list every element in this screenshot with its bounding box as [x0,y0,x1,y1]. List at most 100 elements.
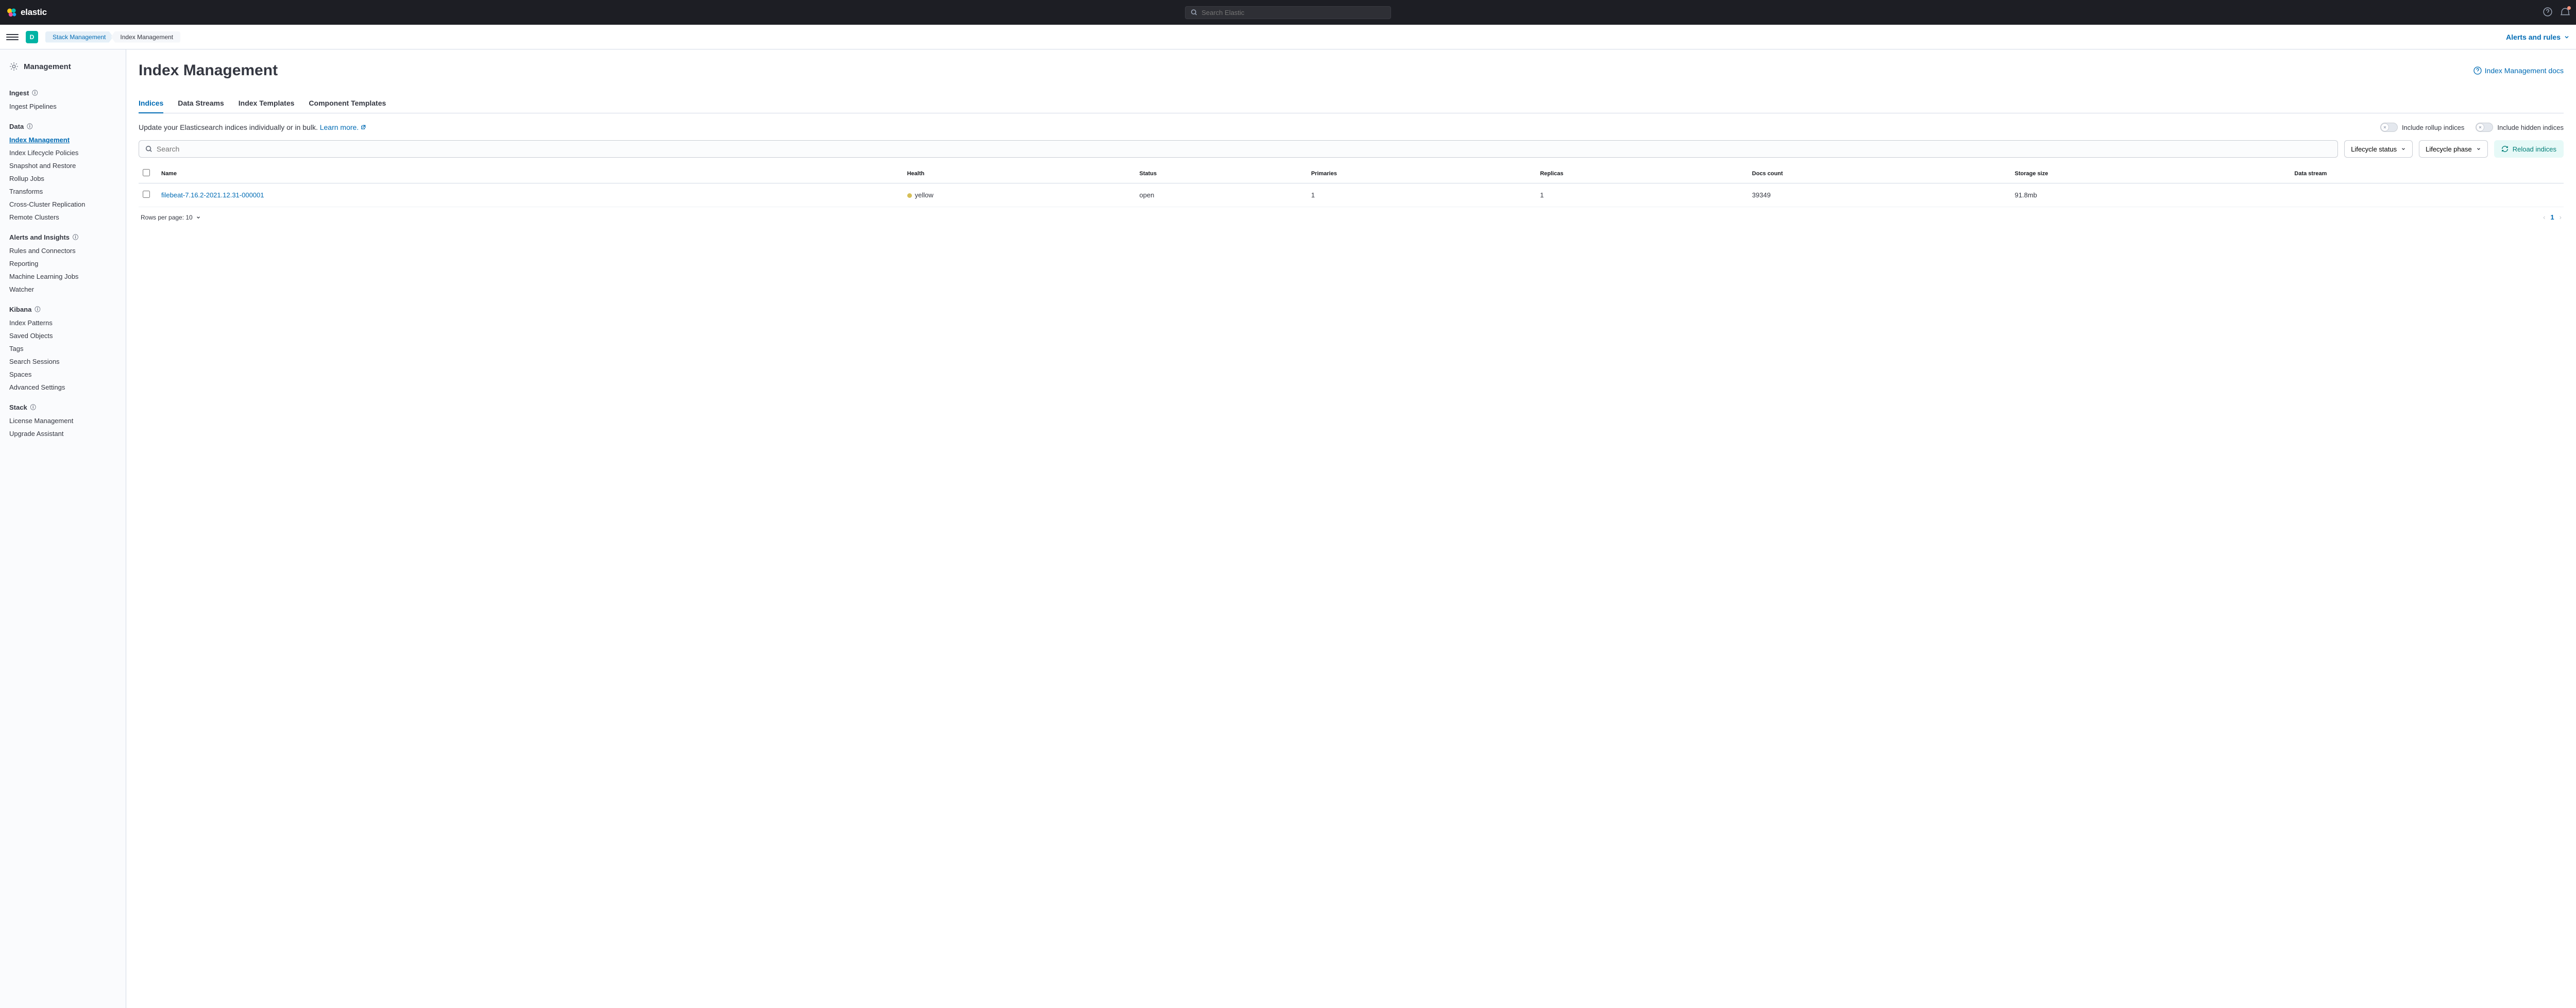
breadcrumb-current: Index Management [111,31,180,43]
column-header[interactable]: Replicas [1536,164,1748,183]
lifecycle-status-label: Lifecycle status [2351,145,2397,153]
cell-health: yellow [903,183,1136,207]
nav-section-title: Kibana ⓘ [0,300,126,316]
sidebar-item[interactable]: Index Patterns [0,316,126,329]
page-next-button[interactable]: › [2560,213,2562,221]
page-current[interactable]: 1 [2550,213,2554,221]
sidebar-item[interactable]: Rules and Connectors [0,244,126,257]
brand-logo[interactable]: elastic [6,7,47,18]
rows-per-page-selector[interactable]: Rows per page: 10 [141,214,201,221]
switch-off-icon [2476,123,2493,132]
sidebar-item[interactable]: Index Lifecycle Policies [0,146,126,159]
reload-indices-button[interactable]: Reload indices [2494,140,2564,158]
sidebar-item[interactable]: Search Sessions [0,355,126,368]
toggle-hidden[interactable]: Include hidden indices [2476,123,2564,132]
info-icon[interactable]: ⓘ [30,403,36,411]
cell-data-stream [2290,183,2564,207]
global-search-input[interactable] [1201,9,1385,16]
lifecycle-phase-dropdown[interactable]: Lifecycle phase [2419,140,2488,158]
sidebar-item[interactable]: Cross-Cluster Replication [0,198,126,211]
external-link-icon [361,125,366,130]
column-header[interactable]: Primaries [1307,164,1536,183]
page-prev-button[interactable]: ‹ [2543,213,2545,221]
chevron-down-icon [2564,34,2570,40]
lifecycle-status-dropdown[interactable]: Lifecycle status [2344,140,2413,158]
page-title: Index Management [139,62,278,79]
alerts-rules-button[interactable]: Alerts and rules [2506,33,2570,41]
cell-primaries: 1 [1307,183,1536,207]
docs-link-label: Index Management docs [2485,66,2564,75]
tab[interactable]: Component Templates [309,94,386,113]
nav-toggle-button[interactable] [6,31,19,43]
chevron-down-icon [2476,146,2481,152]
row-checkbox[interactable] [143,191,150,198]
chevron-down-icon [2401,146,2406,152]
toggle-rollup-label: Include rollup indices [2402,124,2464,131]
column-header[interactable]: Status [1135,164,1307,183]
sidebar-item[interactable]: Snapshot and Restore [0,159,126,172]
toggle-rollup[interactable]: Include rollup indices [2380,123,2464,132]
nav-section-title: Stack ⓘ [0,398,126,414]
column-header[interactable]: Name [157,164,903,183]
search-icon [1191,9,1197,16]
global-search[interactable] [1185,6,1391,19]
sub-header: D Stack Management Index Management Aler… [0,25,2576,49]
breadcrumb-root[interactable]: Stack Management [45,31,113,43]
sidebar-item[interactable]: Index Management [0,133,126,146]
column-header[interactable]: Health [903,164,1136,183]
space-avatar[interactable]: D [26,31,38,43]
sidebar-item[interactable]: Ingest Pipelines [0,100,126,113]
breadcrumb: Stack Management Index Management [45,31,178,43]
docs-link[interactable]: Index Management docs [2473,66,2564,75]
nav-section-title: Ingest ⓘ [0,83,126,100]
refresh-icon [2501,145,2509,153]
help-text: Update your Elasticsearch indices indivi… [139,123,366,131]
search-icon [145,145,152,153]
info-icon[interactable]: ⓘ [73,233,78,241]
management-sidebar: Management Ingest ⓘIngest PipelinesData … [0,49,126,1008]
help-icon[interactable] [2543,7,2552,18]
column-header[interactable]: Data stream [2290,164,2564,183]
cell-replicas: 1 [1536,183,1748,207]
sidebar-item[interactable]: Upgrade Assistant [0,427,126,440]
sidebar-item[interactable]: Remote Clusters [0,211,126,224]
select-all-checkbox[interactable] [143,169,150,176]
column-header[interactable]: Storage size [2011,164,2291,183]
sidebar-item[interactable]: Watcher [0,283,126,296]
toggle-hidden-label: Include hidden indices [2497,124,2564,131]
tab[interactable]: Index Templates [239,94,295,113]
help-circle-icon [2473,66,2482,75]
sidebar-item[interactable]: Transforms [0,185,126,198]
sidebar-item[interactable]: Reporting [0,257,126,270]
cell-storage-size: 91.8mb [2011,183,2291,207]
tab[interactable]: Data Streams [178,94,224,113]
learn-more-link[interactable]: Learn more. [320,123,366,131]
global-header: elastic [0,0,2576,25]
sidebar-item[interactable]: Tags [0,342,126,355]
table-row: filebeat-7.16.2-2021.12.31-000001yellowo… [139,183,2564,207]
brand-name: elastic [21,7,47,18]
column-header[interactable]: Docs count [1748,164,2011,183]
switch-off-icon [2380,123,2398,132]
table-search[interactable] [139,140,2338,158]
index-name-link[interactable]: filebeat-7.16.2-2021.12.31-000001 [161,191,264,199]
sidebar-item[interactable]: Rollup Jobs [0,172,126,185]
sidebar-item[interactable]: License Management [0,414,126,427]
gear-icon [9,62,19,71]
sidebar-item[interactable]: Saved Objects [0,329,126,342]
sidebar-item[interactable]: Machine Learning Jobs [0,270,126,283]
info-icon[interactable]: ⓘ [27,122,32,130]
cell-docs-count: 39349 [1748,183,2011,207]
news-icon[interactable] [2561,7,2570,18]
table-search-input[interactable] [157,145,2331,153]
tabs: Indices Data Streams Index Templates Compon… [139,94,2564,113]
sidebar-item[interactable]: Spaces [0,368,126,381]
info-icon[interactable]: ⓘ [32,89,38,97]
sidebar-item[interactable]: Advanced Settings [0,381,126,394]
help-prefix: Update your Elasticsearch indices indivi… [139,123,320,131]
info-icon[interactable]: ⓘ [35,305,40,313]
tab[interactable]: Indices [139,94,163,113]
health-dot-icon [907,193,912,198]
pagination: ‹ 1 › [2543,213,2562,221]
nav-section-title: Data ⓘ [0,117,126,133]
